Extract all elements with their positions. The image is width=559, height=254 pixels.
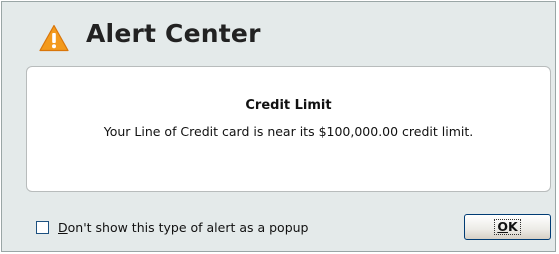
warning-icon bbox=[39, 24, 69, 52]
dont-show-checkbox-row[interactable]: Don't show this type of alert as a popup bbox=[36, 218, 309, 236]
ok-label-rest: K bbox=[507, 219, 518, 234]
dont-show-checkbox[interactable] bbox=[36, 220, 49, 234]
alert-message: Your Line of Credit card is near its $10… bbox=[103, 124, 474, 139]
alert-message-card: Credit Limit Your Line of Credit card is… bbox=[26, 66, 551, 192]
alert-title: Credit Limit bbox=[245, 98, 332, 113]
checkbox-label-text: on't show this type of alert as a popup bbox=[67, 219, 309, 235]
ok-mnemonic: O bbox=[497, 219, 508, 234]
checkbox-mnemonic: D bbox=[58, 219, 68, 235]
window-title: Alert Center bbox=[86, 19, 261, 48]
ok-button[interactable]: OK bbox=[464, 214, 551, 240]
dont-show-checkbox-label[interactable]: Don't show this type of alert as a popup bbox=[58, 220, 309, 235]
alert-header: Alert Center bbox=[2, 2, 555, 64]
alert-center-window: Alert Center Credit Limit Your Line of C… bbox=[1, 1, 556, 252]
ok-button-label: OK bbox=[494, 219, 521, 235]
